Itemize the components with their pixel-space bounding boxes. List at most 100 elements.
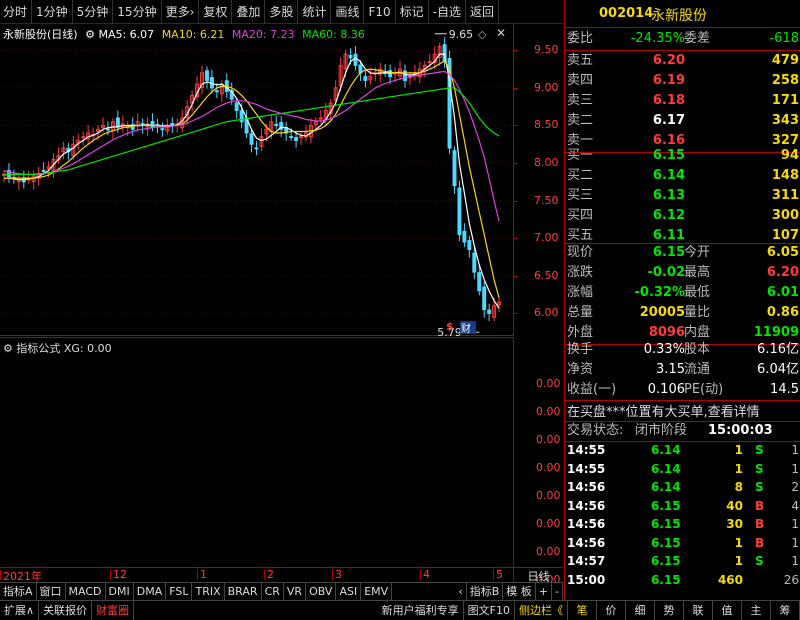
bottom-right-tab[interactable]: 联 bbox=[684, 601, 713, 620]
indicator-tab[interactable]: FSL bbox=[166, 583, 193, 600]
indicator-value: XG: 0.00 bbox=[63, 342, 112, 355]
tick-count: 2 bbox=[791, 480, 799, 494]
candle-body bbox=[81, 136, 86, 139]
toolbar-tab[interactable]: 5分钟 bbox=[73, 0, 114, 24]
indicator-tab[interactable]: ‹ bbox=[455, 583, 467, 600]
bottom-right-tab[interactable]: 值 bbox=[713, 601, 742, 620]
indicator-tab[interactable]: BRAR bbox=[225, 583, 262, 600]
tick-price: 6.14 bbox=[651, 461, 681, 476]
trade-status-label: 交易状态: bbox=[567, 423, 624, 438]
buy-level-label: 买一 bbox=[567, 148, 594, 163]
trade-status-value: 闭市阶段 bbox=[635, 423, 688, 438]
indicator-tab[interactable]: CR bbox=[262, 583, 284, 600]
time-label: 4 bbox=[423, 568, 430, 581]
toolbar-tab[interactable]: 复权 bbox=[199, 0, 233, 24]
sell-level-row: 卖三 6.18 171 bbox=[565, 91, 800, 111]
toolbar-tab[interactable]: 多股 bbox=[265, 0, 299, 24]
tick-row: 14:55 6.14 1 S 1 bbox=[565, 441, 800, 459]
bottom-right-tab[interactable]: 主 bbox=[742, 601, 771, 620]
stat-label: 最低 bbox=[684, 285, 711, 300]
candle-body bbox=[353, 53, 358, 66]
toolbar-tab[interactable]: 统计 bbox=[298, 0, 332, 24]
ma60-label: MA60: 8.36 bbox=[302, 28, 365, 41]
weibi-row: 委比 -24.35% 委差 -618 bbox=[565, 29, 800, 49]
stat2-row: 净资 3.15 流通 6.04亿 bbox=[565, 360, 800, 380]
stat-value: 20005 bbox=[639, 305, 685, 320]
indicator-tab[interactable]: DMA bbox=[134, 583, 167, 600]
bottom-mid-item[interactable]: 侧边栏《 bbox=[515, 601, 568, 620]
bottom-left-item[interactable]: 财富圈 bbox=[92, 601, 135, 620]
indicator-tab[interactable]: 模 板 bbox=[503, 583, 536, 600]
indicator-tab[interactable]: 指标B bbox=[467, 583, 504, 600]
stat-label: 涨幅 bbox=[567, 285, 594, 300]
indicator-axis: 0.00 0.00 0.00 0.00 0.00 0.00 0.00 0.00 bbox=[513, 337, 563, 586]
tick-count: 26 bbox=[783, 572, 799, 587]
toolbar-tab[interactable]: F10 bbox=[364, 0, 396, 24]
bottom-mid-item[interactable]: 图文F10 bbox=[464, 601, 515, 620]
bottom-left-item[interactable]: 扩展∧ bbox=[0, 601, 40, 620]
kline-chart[interactable]: 9.65 5.79 $ 财 永新股份(日线) ⚙ MA5: 6.07 MA10: 6.… bbox=[0, 24, 513, 339]
stat-value: -0.02 bbox=[647, 265, 685, 280]
bottom-right-tab[interactable]: 价 bbox=[597, 601, 626, 620]
toolbar-tab[interactable]: 叠加 bbox=[232, 0, 266, 24]
stat-row: 总量 20005 量比 0.86 bbox=[565, 303, 800, 323]
bottom-right-tab[interactable]: 筹 bbox=[771, 601, 800, 620]
indicator-tab[interactable]: DMI bbox=[106, 583, 134, 600]
stat-row: 涨跌 -0.02 最高 6.20 bbox=[565, 263, 800, 283]
indicator-settings-icon[interactable]: ⚙ bbox=[3, 342, 13, 355]
indicator-tab[interactable]: MACD bbox=[66, 583, 106, 600]
indicator-tab[interactable]: + bbox=[536, 583, 553, 600]
candle-body bbox=[234, 102, 239, 111]
tick-row: 14:55 6.14 1 S 1 bbox=[565, 460, 800, 478]
indicator-tick-label: 0.00 bbox=[536, 433, 561, 446]
toolbar-tab[interactable]: 分时 bbox=[0, 0, 33, 24]
tick-count: 4 bbox=[791, 498, 799, 513]
bottom-right-tab[interactable]: 细 bbox=[626, 601, 655, 620]
indicator-tab[interactable]: 指标A bbox=[0, 583, 37, 600]
settings-icon[interactable]: ⚙ bbox=[85, 28, 95, 41]
notice-row[interactable]: 在买盘***位置有大买单,查看详情 bbox=[567, 401, 760, 420]
toolbar-tab[interactable]: 标记 bbox=[396, 0, 429, 24]
sell-level-label: 卖二 bbox=[567, 113, 594, 128]
bottom-right-tab[interactable]: 势 bbox=[655, 601, 684, 620]
stat2-value: 6.04亿 bbox=[757, 362, 799, 377]
sell-level-price: 6.18 bbox=[652, 93, 685, 108]
stat2-value: 6.16亿 bbox=[757, 342, 799, 357]
indicator-tab[interactable]: VR bbox=[284, 583, 307, 600]
indicator-tab[interactable]: ASI bbox=[336, 583, 362, 600]
stock-name: 永新股份 bbox=[651, 8, 707, 24]
close-icon[interactable]: ✕ bbox=[496, 26, 506, 40]
stock-name-label: 永新股份(日线) bbox=[3, 28, 78, 41]
tick-price: 6.15 bbox=[651, 535, 681, 550]
indicator-tab[interactable]: 窗口 bbox=[37, 583, 66, 600]
bottom-right-tab[interactable]: 笔 bbox=[568, 601, 597, 620]
toolbar-tab[interactable]: 返回 bbox=[466, 0, 500, 24]
candle-body bbox=[467, 239, 472, 251]
sell-level-label: 卖三 bbox=[567, 93, 594, 108]
indicator-tab[interactable]: EMV bbox=[361, 583, 393, 600]
period-button[interactable]: 日线 bbox=[513, 567, 563, 583]
toolbar-tab[interactable]: 画线 bbox=[331, 0, 365, 24]
kline-svg: 9.655.79$ 财 bbox=[0, 28, 513, 339]
bottom-mid-item[interactable]: 新用户福利专享 bbox=[378, 601, 464, 620]
toolbar-tab[interactable]: 1分钟 bbox=[32, 0, 73, 24]
indicator-tab[interactable]: - bbox=[552, 583, 563, 600]
indicator-tab[interactable]: OBV bbox=[306, 583, 337, 600]
buy-level-label: 买三 bbox=[567, 188, 594, 203]
indicator-chart[interactable]: ⚙ 指标公式 XG: 0.00 bbox=[0, 337, 513, 567]
indicator-tab[interactable]: TRIX bbox=[192, 583, 225, 600]
tick-price: 6.15 bbox=[651, 572, 681, 587]
bottom-left-item[interactable]: 关联报价 bbox=[39, 601, 93, 620]
diamond-icon[interactable]: ◇ bbox=[478, 28, 486, 41]
time-tick bbox=[197, 570, 198, 580]
stat-value: 6.15 bbox=[652, 245, 685, 260]
sell-level-row: 卖五 6.20 479 bbox=[565, 51, 800, 71]
price-tick-mark bbox=[514, 125, 518, 127]
toolbar-tab[interactable]: 更多› bbox=[162, 0, 200, 24]
toolbar-tab[interactable]: 15分钟 bbox=[113, 0, 162, 24]
indicator-tick-label: 0.00 bbox=[536, 545, 561, 558]
price-tick-label: 8.50 bbox=[534, 118, 559, 132]
sell-level-volume: 343 bbox=[771, 113, 799, 128]
tick-volume: 8 bbox=[734, 480, 743, 494]
toolbar-tab[interactable]: -自选 bbox=[429, 0, 466, 24]
